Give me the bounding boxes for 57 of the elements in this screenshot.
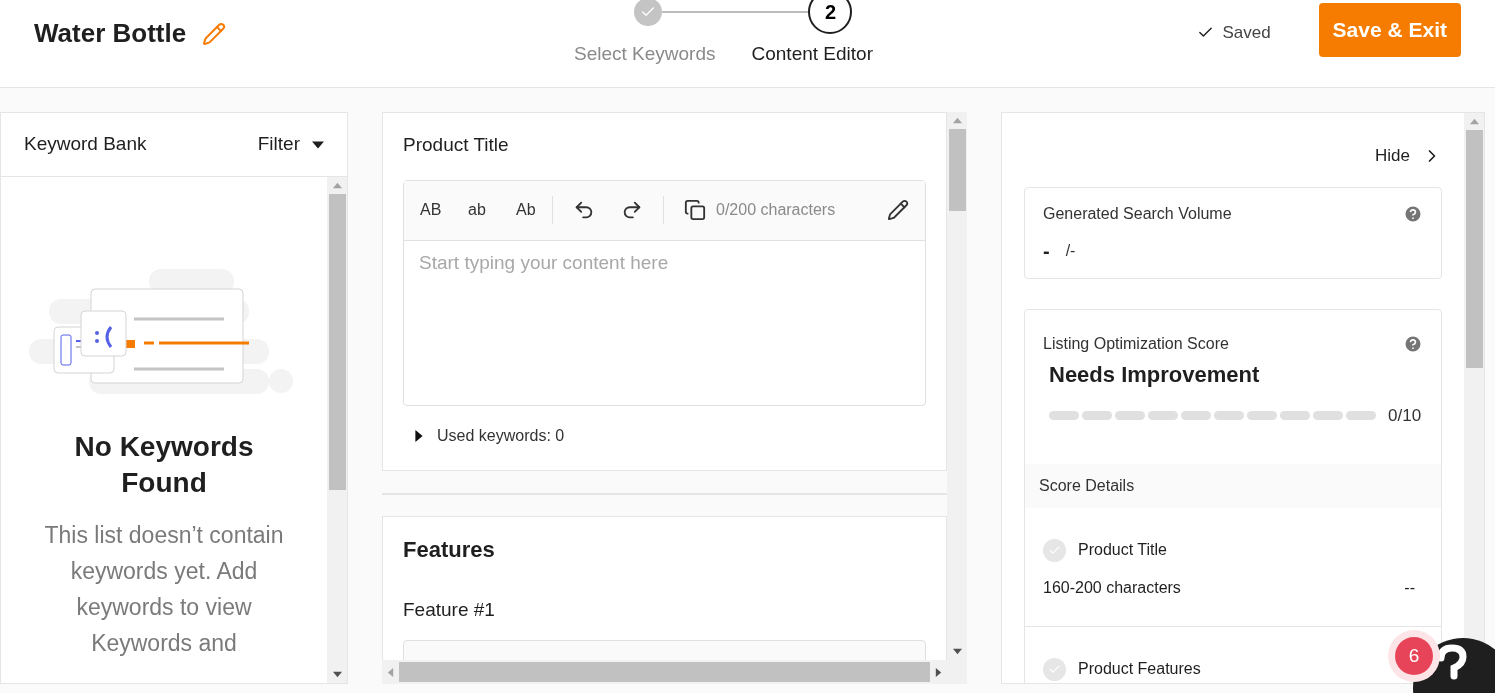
case-button[interactable]: Ab [516, 198, 564, 222]
step-label[interactable]: Content Editor [751, 40, 873, 69]
scroll-right-icon[interactable] [934, 667, 943, 677]
score-details-header: Score Details [1025, 464, 1441, 508]
text-editor[interactable]: AB ab Ab 0/200 characters Start typing your content here [403, 179, 926, 406]
scroll-down-icon[interactable] [952, 647, 962, 656]
edit-icon[interactable] [887, 199, 909, 221]
scroll-down-icon[interactable] [332, 670, 342, 679]
score-segment [1346, 410, 1376, 420]
detail-value: -- [1404, 578, 1415, 598]
feature-label: Feature #1 [403, 597, 496, 622]
case-button[interactable]: ab [468, 198, 516, 222]
redo-icon[interactable] [621, 199, 643, 221]
scrollbar-thumb[interactable] [399, 662, 930, 682]
detail-requirement: 160-200 characters [1043, 578, 1181, 598]
case-button[interactable]: AB [420, 198, 468, 222]
score-segment [1280, 410, 1310, 420]
used-keywords-toggle[interactable]: Used keywords: 0 [413, 423, 565, 448]
listing-title: Water Bottle [34, 17, 187, 50]
help-icon[interactable] [1403, 203, 1423, 224]
copy-icon[interactable] [684, 199, 706, 221]
score-reading: 0/10 [1388, 404, 1422, 427]
undo-icon[interactable] [573, 199, 595, 221]
scrollbar-thumb[interactable] [1465, 130, 1483, 368]
volume-value: - [1043, 238, 1050, 264]
card-title: Generated Search Volume [1043, 203, 1232, 224]
score-segment [1082, 410, 1112, 420]
section-title: Product Title [403, 133, 510, 157]
step-indicator: 2 [808, 0, 853, 34]
hide-button[interactable]: Hide [1375, 143, 1442, 169]
character-counter: 0/200 characters [716, 200, 836, 220]
empty-message: This list doesn’t contain keywords yet. Add keywords to view Keywords and [43, 521, 285, 658]
detail-title: Product Title [1078, 540, 1167, 560]
score-segment [1181, 410, 1211, 420]
panel-title: Keyword Bank [24, 132, 147, 157]
disclosure-triangle-icon[interactable] [413, 429, 425, 442]
filter-dropdown[interactable]: Filter [257, 130, 324, 159]
detail-title: Product Features [1078, 659, 1201, 679]
content-input[interactable]: Start typing your content here [404, 240, 925, 405]
card-title: Listing Optimization Score [1043, 333, 1229, 354]
step-label[interactable]: Select Keywords [574, 40, 716, 69]
score-segment [1313, 410, 1343, 420]
score-segment [1214, 410, 1244, 420]
notification-badge: 6 [1395, 637, 1433, 675]
caret-icon[interactable] [312, 138, 324, 151]
help-icon[interactable] [1403, 333, 1423, 354]
scrollbar-thumb[interactable] [948, 129, 966, 211]
scrollbar-thumb[interactable] [328, 194, 346, 490]
score-segment [1148, 410, 1178, 420]
score-rating: Needs Improvement [1049, 360, 1261, 389]
score-segment [1049, 410, 1079, 420]
score-segment [1247, 410, 1277, 420]
saved-status: Saved [1222, 22, 1271, 44]
empty-title: No Keywords Found [73, 430, 255, 500]
section-title: Features [403, 535, 496, 564]
volume-total: /- [1065, 240, 1076, 261]
score-segment [1115, 410, 1145, 420]
